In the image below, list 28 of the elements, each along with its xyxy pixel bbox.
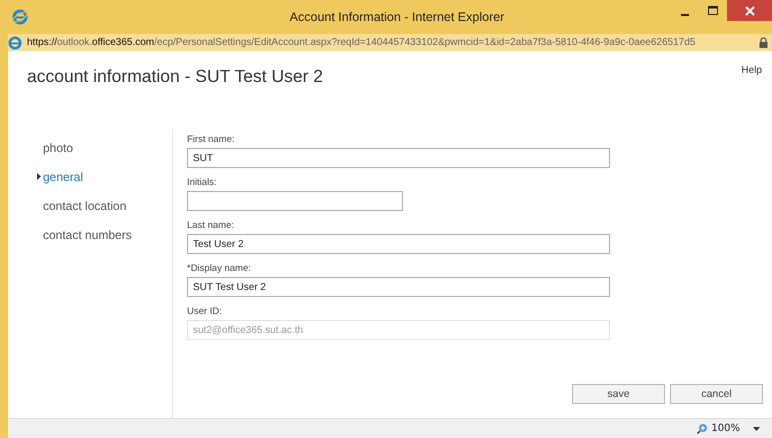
nav-link[interactable]: contact numbers (43, 228, 132, 242)
maximize-icon (708, 6, 718, 16)
input-field[interactable] (187, 191, 403, 211)
dropdown-arrow-icon[interactable] (753, 426, 760, 430)
input-field[interactable]: SUT Test User 2 (187, 277, 610, 297)
field-label: Initials: (187, 177, 218, 188)
minimize-icon (681, 14, 689, 16)
field-label: *Display name: (187, 263, 252, 274)
field-label: Last name: (187, 220, 235, 231)
browser-logo-icon (8, 36, 22, 50)
close-icon (744, 6, 754, 16)
window-title: Account Information - Internet Explorer (288, 10, 506, 24)
dialog-button[interactable]: save (572, 384, 665, 404)
field-label: First name: (187, 134, 236, 145)
close-button[interactable] (727, 0, 772, 21)
nav-link[interactable]: general (43, 170, 84, 184)
browser-logo-icon (12, 9, 28, 25)
lock-icon (759, 37, 768, 48)
input-field[interactable]: Test User 2 (187, 234, 610, 254)
zoom-level[interactable]: 100% (711, 423, 740, 434)
nav-link[interactable]: photo (43, 140, 74, 154)
nav-link[interactable]: contact location (43, 198, 126, 212)
help-link[interactable]: Help (741, 65, 762, 76)
zoom-icon (697, 423, 708, 434)
input-field[interactable]: SUT (187, 148, 610, 168)
field-label: User ID: (187, 306, 223, 317)
page-heading: account information - SUT Test User 2 (27, 65, 324, 87)
dialog-button[interactable]: cancel (670, 384, 763, 404)
